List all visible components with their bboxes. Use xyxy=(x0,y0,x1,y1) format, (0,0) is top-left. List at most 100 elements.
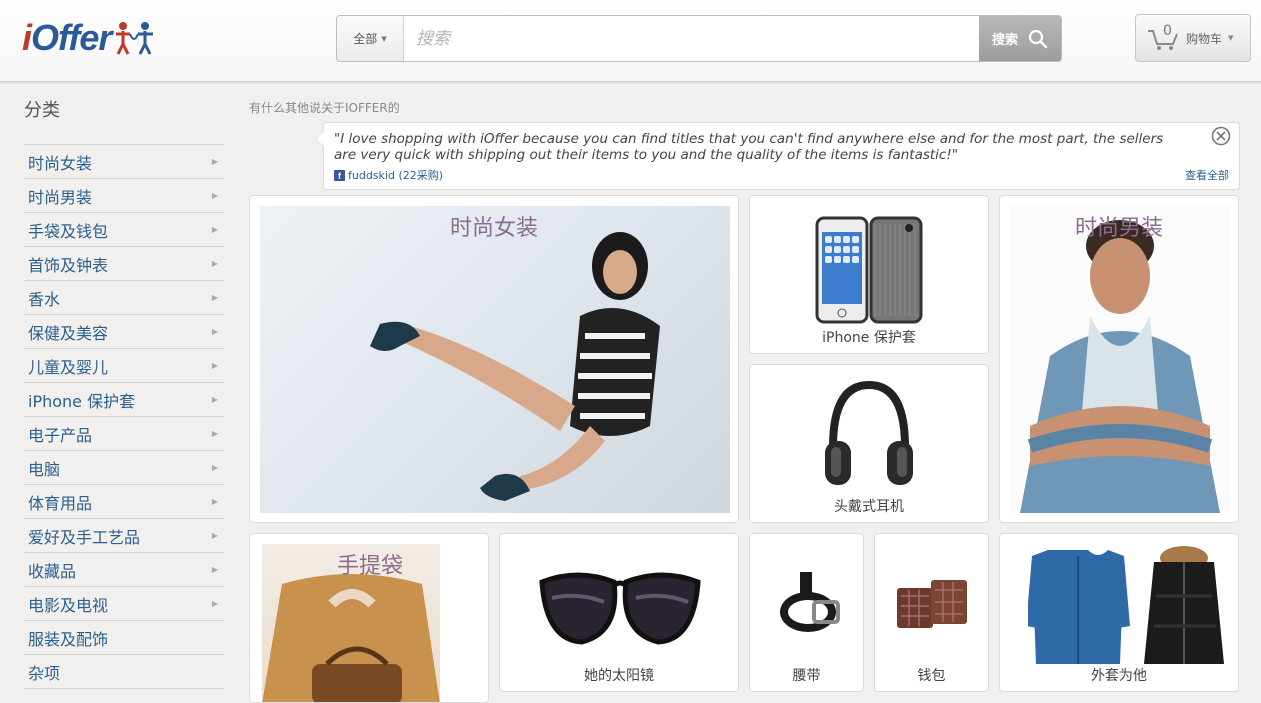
search-button-label: 搜索 xyxy=(991,33,1018,48)
chevron-right-icon: ▶ xyxy=(211,429,218,438)
category-sidebar: 分类 时尚女装 ▶ 时尚男装 ▶ 手袋及钱包 ▶ 首饰及钟表 ▶ 香水 ▶ 保健及美容 ▶ … xyxy=(24,96,224,689)
testimonial-author-name: fuddskid (22采购) xyxy=(348,169,444,182)
tile-caption: 外套为他 xyxy=(1091,668,1147,684)
woman-figure-icon xyxy=(370,232,660,501)
category-item[interactable]: 儿童及婴儿 ▶ xyxy=(24,349,224,383)
chevron-right-icon: ▶ xyxy=(211,463,218,472)
chevron-right-icon: ▶ xyxy=(211,191,218,200)
belt-icon xyxy=(780,572,840,632)
tile-caption: 钱包 xyxy=(917,668,946,684)
cart-button[interactable]: 0 购物车 ▼ xyxy=(1135,14,1251,62)
testimonial-author[interactable]: f fuddskid (22采购) xyxy=(334,167,443,183)
tile-belts[interactable]: 腰带 xyxy=(749,533,864,692)
tile-caption: 腰带 xyxy=(792,668,821,684)
view-all-link[interactable]: 查看全部 xyxy=(1185,167,1229,183)
chevron-right-icon: ▶ xyxy=(211,293,218,302)
ioffer-logo[interactable]: iOffer xyxy=(22,16,202,60)
category-item[interactable]: 体育用品 ▶ xyxy=(24,485,224,519)
chevron-right-icon: ▶ xyxy=(211,225,218,234)
chevron-right-icon: ▶ xyxy=(211,565,218,574)
tile-title: 手提袋 xyxy=(336,554,403,579)
search-scope-dropdown[interactable]: 全部 ▼ xyxy=(337,16,404,61)
testimonial-box: "I love shopping with iOffer because you… xyxy=(315,122,1240,190)
tile-iphone-cases[interactable]: iPhone 保护套 xyxy=(749,195,989,354)
iphone-case-icon xyxy=(815,216,923,324)
category-label: 电子产品 xyxy=(28,425,93,445)
category-label: 首饰及钟表 xyxy=(28,255,109,275)
tile-womens-fashion[interactable]: 时尚女装 xyxy=(249,195,739,523)
category-label: 时尚男装 xyxy=(28,187,93,207)
category-item[interactable]: 时尚女装 ▶ xyxy=(24,145,224,179)
tile-sunglasses[interactable]: 她的太阳镜 xyxy=(499,533,739,692)
chevron-right-icon: ▶ xyxy=(211,361,218,370)
category-item[interactable]: 服装及配饰 xyxy=(24,621,224,655)
category-label: 体育用品 xyxy=(28,493,93,513)
chevron-right-icon: ▶ xyxy=(211,259,218,268)
category-item[interactable]: 电影及电视 ▶ xyxy=(24,587,224,621)
tile-jackets[interactable]: 外套为他 xyxy=(999,533,1239,692)
search-input[interactable] xyxy=(404,16,979,61)
testimonial-heading: 有什么其他说关于IOFFER的 xyxy=(249,101,400,115)
category-label: 爱好及手工艺品 xyxy=(28,527,141,547)
category-label: 收藏品 xyxy=(28,561,77,581)
mens-fashion-photo xyxy=(1010,206,1230,513)
wallet-icon xyxy=(897,580,967,628)
facebook-icon: f xyxy=(334,169,345,181)
chevron-right-icon: ▶ xyxy=(211,531,218,540)
sidebar-title: 分类 xyxy=(24,100,60,121)
category-label: 香水 xyxy=(28,289,61,309)
tile-caption: iPhone 保护套 xyxy=(822,330,916,346)
logo-wordmark: iOffer xyxy=(22,17,112,58)
category-item[interactable]: iPhone 保护套 ▶ xyxy=(24,383,224,417)
chevron-down-icon: ▼ xyxy=(381,34,387,43)
tile-caption: 她的太阳镜 xyxy=(584,668,654,684)
category-list: 时尚女装 ▶ 时尚男装 ▶ 手袋及钱包 ▶ 首饰及钟表 ▶ 香水 ▶ 保健及美容 ▶ 儿童及… xyxy=(24,144,224,689)
category-item[interactable]: 收藏品 ▶ xyxy=(24,553,224,587)
cart-label: 购物车 xyxy=(1186,31,1223,46)
chevron-right-icon: ▶ xyxy=(211,599,218,608)
chevron-down-icon: ▼ xyxy=(1228,34,1234,42)
category-label: iPhone 保护套 xyxy=(28,391,136,411)
jacket-icon xyxy=(1028,546,1224,664)
chevron-right-icon: ▶ xyxy=(211,157,218,166)
category-item[interactable]: 电子产品 ▶ xyxy=(24,417,224,451)
category-label: 杂项 xyxy=(28,663,61,683)
search-icon xyxy=(1028,29,1048,48)
category-item[interactable]: 电脑 ▶ xyxy=(24,451,224,485)
category-label: 时尚女装 xyxy=(28,153,93,173)
tile-handbags[interactable]: 手提袋 xyxy=(249,533,489,703)
tile-caption: 头戴式耳机 xyxy=(834,499,904,515)
tile-title: 时尚女装 xyxy=(449,216,538,241)
site-header: iOffer 全部 ▼ 搜索 0 购物车 ▼ xyxy=(0,0,1261,82)
category-label: 电影及电视 xyxy=(28,595,109,615)
category-item[interactable]: 杂项 xyxy=(24,655,224,689)
category-item[interactable]: 香水 ▶ xyxy=(24,281,224,315)
search-button[interactable]: 搜索 xyxy=(979,16,1061,61)
category-label: 手袋及钱包 xyxy=(28,221,109,241)
category-item[interactable]: 时尚男装 ▶ xyxy=(24,179,224,213)
tile-wallets[interactable]: 钱包 xyxy=(874,533,989,692)
category-label: 儿童及婴儿 xyxy=(28,357,109,377)
chevron-right-icon: ▶ xyxy=(211,497,218,506)
chevron-right-icon: ▶ xyxy=(211,327,218,336)
category-item[interactable]: 首饰及钟表 ▶ xyxy=(24,247,224,281)
search-scope-label: 全部 xyxy=(353,32,378,46)
category-label: 服装及配饰 xyxy=(28,629,109,649)
category-item[interactable]: 爱好及手工艺品 ▶ xyxy=(24,519,224,553)
chevron-right-icon: ▶ xyxy=(211,395,218,404)
womens-fashion-photo xyxy=(260,206,730,513)
category-item[interactable]: 保健及美容 ▶ xyxy=(24,315,224,349)
tile-mens-fashion[interactable]: 时尚男装 xyxy=(999,195,1239,523)
headphones-icon xyxy=(825,380,913,485)
category-label: 电脑 xyxy=(28,459,61,479)
category-item[interactable]: 手袋及钱包 ▶ xyxy=(24,213,224,247)
tile-headphones[interactable]: 头戴式耳机 xyxy=(749,364,989,523)
category-label: 保健及美容 xyxy=(28,323,109,343)
search-bar: 全部 ▼ 搜索 xyxy=(336,15,1062,62)
man-figure-icon xyxy=(1020,220,1220,513)
close-icon[interactable] xyxy=(1211,126,1231,146)
sunglasses-icon xyxy=(539,572,701,645)
cart-count: 0 xyxy=(1163,23,1172,39)
tile-title: 时尚男装 xyxy=(1074,216,1163,241)
testimonial-quote: "I love shopping with iOffer because you… xyxy=(334,131,1164,163)
